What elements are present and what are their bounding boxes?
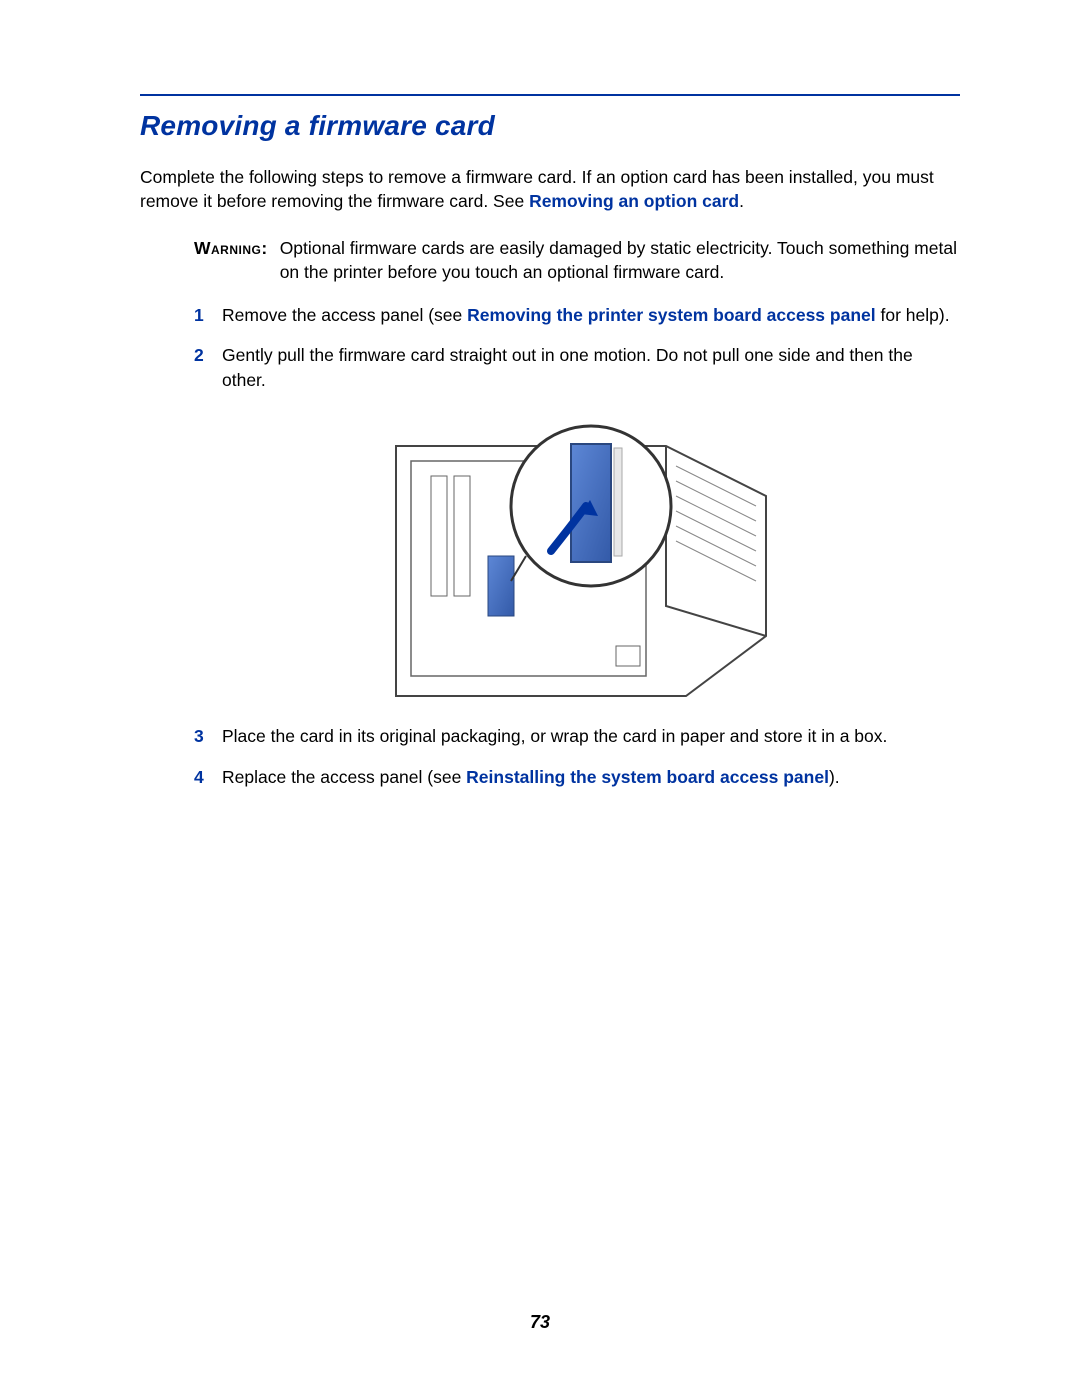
intro-paragraph: Complete the following steps to remove a… — [140, 166, 960, 213]
step-2-text: Gently pull the firmware card straight o… — [222, 345, 913, 390]
section-title: Removing a firmware card — [140, 110, 960, 142]
step-2: Gently pull the firmware card straight o… — [194, 343, 960, 706]
step-1-pre: Remove the access panel (see — [222, 305, 467, 325]
warning-block: Warning: Optional firmware cards are eas… — [194, 237, 960, 284]
figure-wrap — [222, 406, 960, 706]
step-1: Remove the access panel (see Removing th… — [194, 303, 960, 328]
step-4-post: ). — [829, 767, 840, 787]
xref-removing-option-card[interactable]: Removing an option card — [529, 191, 739, 211]
warning-label: Warning: — [194, 237, 268, 284]
xref-access-panel-remove[interactable]: Removing the printer system board access… — [467, 305, 875, 325]
step-3: Place the card in its original packaging… — [194, 724, 960, 749]
firmware-card-illustration-icon — [376, 406, 806, 706]
page-number: 73 — [0, 1312, 1080, 1333]
manual-page: Removing a firmware card Complete the fo… — [0, 0, 1080, 1397]
step-3-text: Place the card in its original packaging… — [222, 726, 887, 746]
step-4-pre: Replace the access panel (see — [222, 767, 466, 787]
step-4: Replace the access panel (see Reinstalli… — [194, 765, 960, 790]
warning-text: Optional firmware cards are easily damag… — [280, 237, 960, 284]
xref-access-panel-reinstall[interactable]: Reinstalling the system board access pan… — [466, 767, 829, 787]
steps-list: Remove the access panel (see Removing th… — [194, 303, 960, 790]
intro-text-post: . — [739, 191, 744, 211]
step-1-post: for help). — [881, 305, 950, 325]
section-rule — [140, 94, 960, 96]
